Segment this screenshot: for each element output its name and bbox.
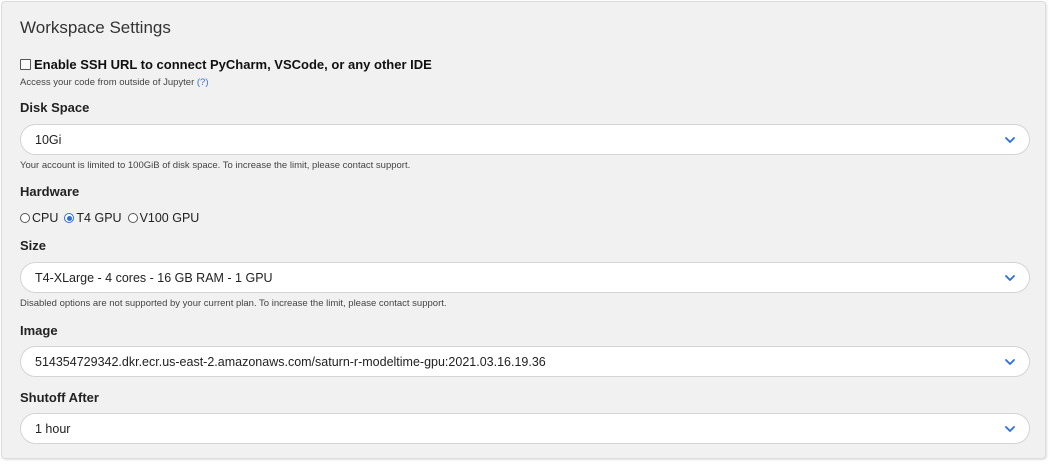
size-help: Disabled options are not supported by yo… [20, 298, 447, 309]
radio-cpu-label[interactable]: CPU [32, 211, 58, 225]
radio-v100-gpu-label[interactable]: V100 GPU [140, 211, 200, 225]
size-value: T4-XLarge - 4 cores - 16 GB RAM - 1 GPU [35, 271, 273, 285]
hardware-option-t4-gpu[interactable]: T4 GPU [64, 211, 122, 225]
size-select[interactable]: T4-XLarge - 4 cores - 16 GB RAM - 1 GPU [20, 262, 1030, 293]
image-label: Image [20, 323, 58, 338]
workspace-settings-panel: Workspace Settings Enable SSH URL to con… [1, 1, 1046, 459]
disk-space-select[interactable]: 10Gi [20, 124, 1030, 155]
ssh-checkbox[interactable] [20, 59, 31, 70]
radio-v100-gpu[interactable] [127, 213, 138, 223]
disk-space-label: Disk Space [20, 100, 90, 115]
disk-space-help: Your account is limited to 100GiB of dis… [20, 160, 411, 171]
ssh-label[interactable]: Enable SSH URL to connect PyCharm, VSCod… [34, 57, 432, 72]
radio-cpu[interactable] [20, 213, 30, 223]
chevron-down-icon [1005, 137, 1015, 143]
image-value: 514354729342.dkr.ecr.us-east-2.amazonaws… [35, 355, 546, 369]
ssh-help-link[interactable]: (?) [197, 77, 209, 88]
shutoff-value: 1 hour [35, 422, 71, 436]
ssh-help-text: Access your code from outside of Jupyter… [20, 77, 209, 88]
shutoff-select[interactable]: 1 hour [20, 413, 1030, 444]
size-label: Size [20, 238, 47, 253]
radio-t4-gpu-label[interactable]: T4 GPU [76, 211, 121, 225]
ssh-help-label: Access your code from outside of Jupyter [20, 77, 195, 88]
chevron-down-icon [1005, 426, 1015, 432]
disk-space-value: 10Gi [35, 133, 62, 147]
hardware-label: Hardware [20, 184, 80, 199]
hardware-option-v100-gpu[interactable]: V100 GPU [127, 211, 200, 225]
ssh-toggle-row[interactable]: Enable SSH URL to connect PyCharm, VSCod… [20, 57, 432, 72]
chevron-down-icon [1005, 359, 1015, 365]
image-select[interactable]: 514354729342.dkr.ecr.us-east-2.amazonaws… [20, 346, 1030, 377]
hardware-radio-group: CPU T4 GPU V100 GPU [20, 211, 205, 225]
chevron-down-icon [1005, 275, 1015, 281]
hardware-option-cpu[interactable]: CPU [20, 211, 58, 225]
radio-t4-gpu[interactable] [64, 213, 75, 223]
panel-title: Workspace Settings [20, 18, 171, 37]
shutoff-label: Shutoff After [20, 390, 99, 405]
